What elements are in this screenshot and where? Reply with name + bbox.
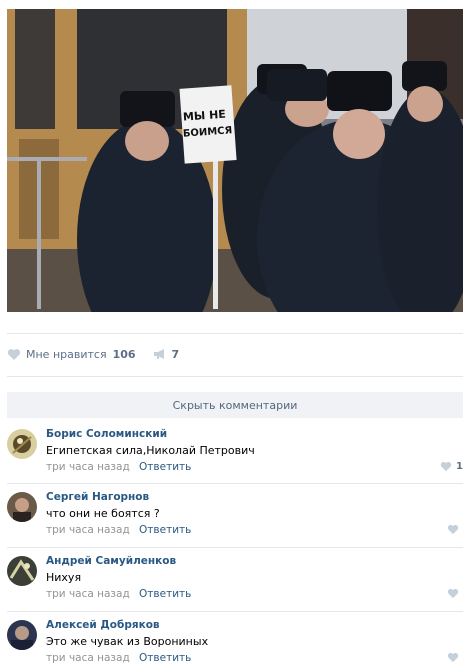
avatar[interactable] [7,492,37,522]
comment-item: Андрей Самуйленков Нихуя три часа назад … [7,548,463,606]
post-actions: Мне нравится 106 7 [7,344,179,364]
like-button[interactable]: Мне нравится 106 [7,348,136,361]
comment-author[interactable]: Алексей Добряков [46,619,160,631]
reply-link[interactable]: Ответить [139,652,191,664]
comment-like-button[interactable] [447,524,463,535]
hide-comments-button[interactable]: Скрыть комментарии [7,392,463,418]
avatar-image [7,492,37,522]
comment-time[interactable]: три часа назад [46,588,130,600]
comment-like-count: 1 [456,461,463,472]
like-label: Мне нравится [26,347,107,361]
comment-meta: три часа назад Ответить [46,461,191,473]
comment-author[interactable]: Борис Соломинский [46,428,167,440]
heart-icon [440,461,452,472]
post-photo[interactable]: МЫ НЕ БОИМСЯ [7,9,463,312]
divider [7,333,463,334]
share-button[interactable]: 7 [153,347,180,361]
heart-icon [7,348,21,360]
avatar[interactable] [7,556,37,586]
reply-link[interactable]: Ответить [139,461,191,473]
divider [7,376,463,377]
comment-like-button[interactable]: 1 [440,461,463,472]
comment-text: Египетская сила,Николай Петрович [46,444,255,457]
comment-author[interactable]: Андрей Самуйленков [46,555,176,567]
heart-icon [447,524,459,535]
avatar[interactable] [7,429,37,459]
avatar-image [7,620,37,650]
comment-like-button[interactable] [447,588,463,599]
heart-icon [447,652,459,663]
comment-time[interactable]: три часа назад [46,461,130,473]
comment-meta: три часа назад Ответить [46,652,191,664]
comment-text: что они не боятся ? [46,507,160,520]
avatar-image [7,429,37,459]
heart-icon [447,588,459,599]
avatar-image [7,556,37,586]
comment-time[interactable]: три часа назад [46,524,130,536]
comment-time[interactable]: три часа назад [46,652,130,664]
comment-like-button[interactable] [447,652,463,663]
comment-item: Сергей Нагорнов что они не боятся ? три … [7,484,463,542]
avatar[interactable] [7,620,37,650]
megaphone-icon [153,349,164,359]
comment-text: Нихуя [46,571,82,584]
comment-author[interactable]: Сергей Нагорнов [46,491,149,503]
comment-item: Борис Соломинский Египетская сила,Никола… [7,421,463,479]
like-count: 106 [112,347,136,361]
comment-meta: три часа назад Ответить [46,588,191,600]
comment-item: Алексей Добряков Это же чувак из Воронин… [7,612,463,670]
share-count: 7 [171,347,180,361]
reply-link[interactable]: Ответить [139,588,191,600]
reply-link[interactable]: Ответить [139,524,191,536]
photo-illustration: МЫ НЕ БОИМСЯ [7,9,463,312]
comment-text: Это же чувак из Ворониных [46,635,209,648]
comment-meta: три часа назад Ответить [46,524,191,536]
